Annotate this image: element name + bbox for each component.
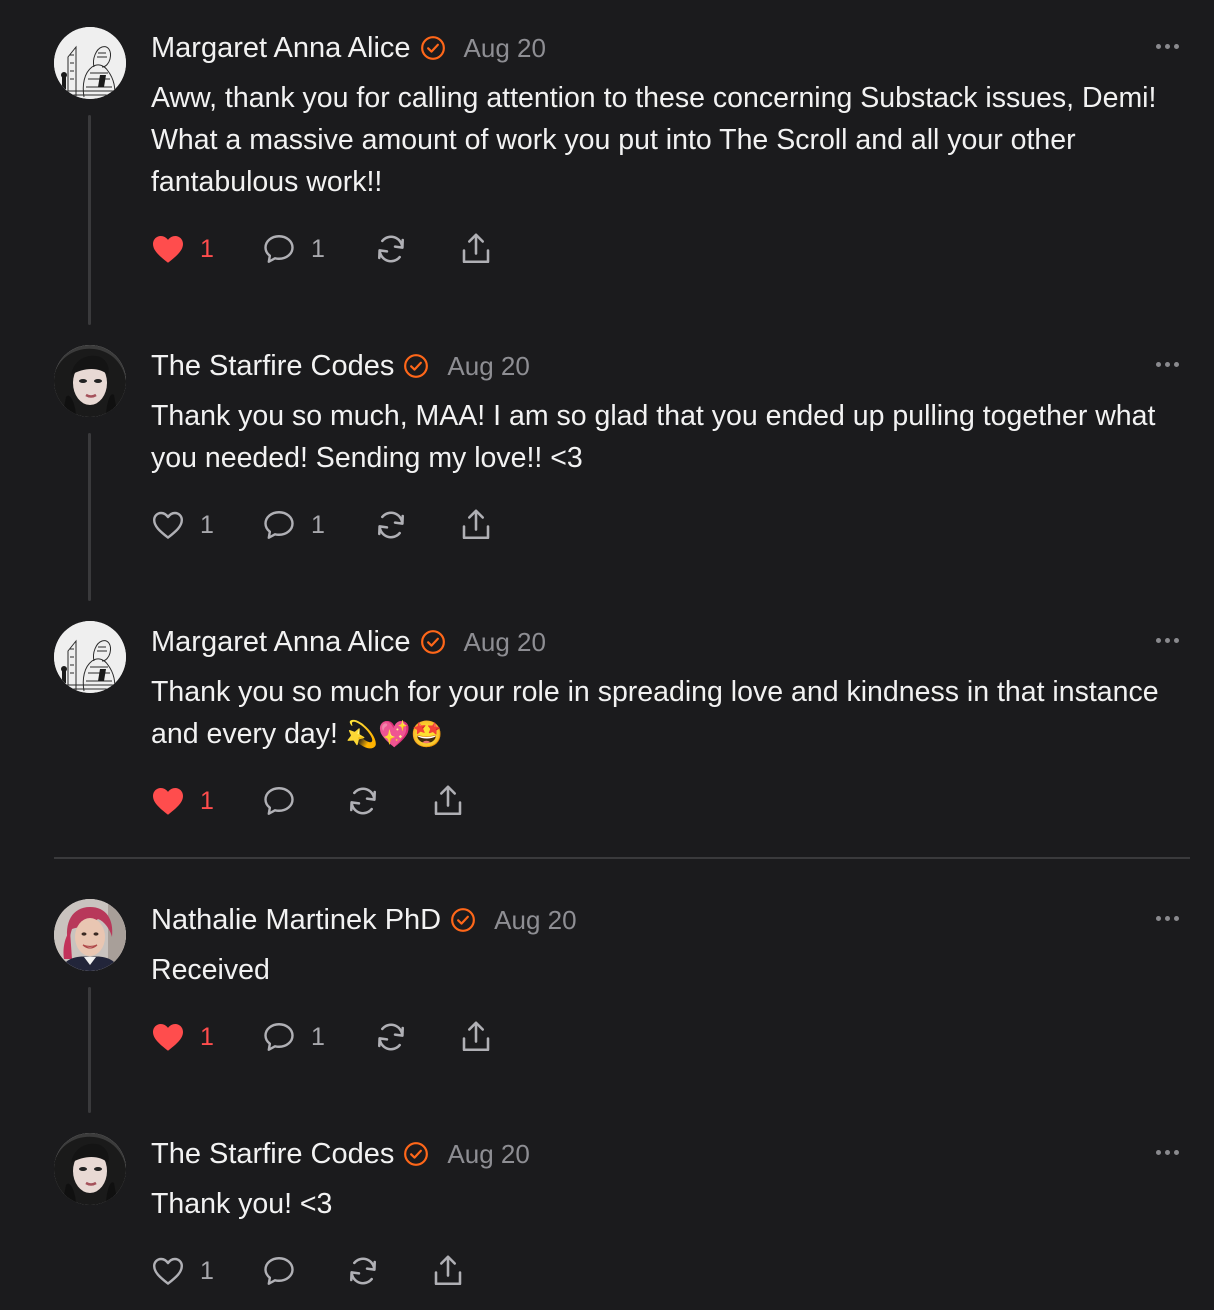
like-count: 1 — [200, 1256, 214, 1285]
share-icon — [458, 231, 494, 267]
thread-line — [88, 987, 91, 1113]
avatar[interactable] — [54, 621, 126, 693]
reply-button[interactable]: 1 — [261, 1017, 325, 1057]
comment-date[interactable]: Aug 20 — [464, 627, 546, 658]
comment-date[interactable]: Aug 20 — [464, 33, 546, 64]
restack-button[interactable] — [345, 1251, 381, 1291]
more-icon[interactable] — [1156, 362, 1184, 372]
more-icon[interactable] — [1156, 44, 1184, 54]
comment-icon — [261, 1019, 297, 1055]
reply-button[interactable] — [261, 1251, 297, 1291]
heart-icon — [150, 507, 186, 543]
share-button[interactable] — [458, 1017, 494, 1057]
avatar[interactable] — [54, 1133, 126, 1205]
restack-button[interactable] — [373, 1017, 409, 1057]
more-icon[interactable] — [1156, 638, 1184, 648]
more-icon[interactable] — [1156, 916, 1184, 926]
reply-count: 1 — [311, 234, 325, 263]
avatar[interactable] — [54, 27, 126, 99]
comment-header: Nathalie Martinek PhD Aug 20 — [151, 900, 577, 940]
reply-button[interactable]: 1 — [261, 505, 325, 545]
avatar[interactable] — [54, 899, 126, 971]
comment-text: Thank you! <3 — [151, 1188, 333, 1220]
comment-text: Thank you so much, MAA! I am so glad tha… — [151, 400, 1156, 474]
author-name[interactable]: Margaret Anna Alice — [151, 32, 411, 65]
comment-header: Margaret Anna Alice Aug 20 — [151, 622, 546, 662]
comment-header: The Starfire Codes Aug 20 — [151, 346, 530, 386]
like-count: 1 — [200, 510, 214, 539]
avatar[interactable] — [54, 345, 126, 417]
reply-count: 1 — [311, 1022, 325, 1051]
comment-date[interactable]: Aug 20 — [447, 351, 529, 382]
share-button[interactable] — [430, 781, 466, 821]
comment-date[interactable]: Aug 20 — [447, 1139, 529, 1170]
verified-icon — [420, 629, 446, 655]
restack-icon — [373, 1019, 409, 1055]
verified-icon — [403, 353, 429, 379]
reply-count: 1 — [311, 510, 325, 539]
author-name[interactable]: The Starfire Codes — [151, 350, 394, 383]
restack-icon — [373, 507, 409, 543]
restack-button[interactable] — [373, 505, 409, 545]
comment-header: Margaret Anna Alice Aug 20 — [151, 28, 546, 68]
comment-text: Thank you so much for your role in sprea… — [151, 671, 1191, 755]
author-name[interactable]: The Starfire Codes — [151, 1138, 394, 1171]
share-icon — [458, 1019, 494, 1055]
like-button[interactable]: 1 — [150, 229, 214, 269]
restack-icon — [345, 783, 381, 819]
heart-icon — [150, 1253, 186, 1289]
emoji-reaction: 💫💖🤩 — [345, 719, 443, 749]
share-icon — [430, 783, 466, 819]
like-button[interactable]: 1 — [150, 505, 214, 545]
restack-icon — [345, 1253, 381, 1289]
comment-text: Received — [151, 954, 270, 986]
thread-line — [88, 115, 91, 325]
like-button[interactable]: 1 — [150, 781, 214, 821]
heart-icon — [150, 1019, 186, 1055]
share-button[interactable] — [430, 1251, 466, 1291]
reply-button[interactable]: 1 — [261, 229, 325, 269]
like-count: 1 — [200, 1022, 214, 1051]
comment-text: Aww, thank you for calling attention to … — [151, 82, 1157, 198]
like-button[interactable]: 1 — [150, 1017, 214, 1057]
author-name[interactable]: Nathalie Martinek PhD — [151, 904, 441, 937]
verified-icon — [450, 907, 476, 933]
comment-thread: Margaret Anna Alice Aug 20 Aww, thank yo… — [0, 0, 1214, 1310]
share-button[interactable] — [458, 505, 494, 545]
like-count: 1 — [200, 786, 214, 815]
comment-icon — [261, 507, 297, 543]
verified-icon — [420, 35, 446, 61]
share-icon — [458, 507, 494, 543]
like-button[interactable]: 1 — [150, 1251, 214, 1291]
thread-divider — [54, 857, 1190, 859]
more-icon[interactable] — [1156, 1150, 1184, 1160]
like-count: 1 — [200, 234, 214, 263]
author-name[interactable]: Margaret Anna Alice — [151, 626, 411, 659]
comment-header: The Starfire Codes Aug 20 — [151, 1134, 530, 1174]
heart-icon — [150, 231, 186, 267]
restack-button[interactable] — [373, 229, 409, 269]
restack-button[interactable] — [345, 781, 381, 821]
comment-icon — [261, 231, 297, 267]
restack-icon — [373, 231, 409, 267]
comment-date[interactable]: Aug 20 — [494, 905, 576, 936]
reply-button[interactable] — [261, 781, 297, 821]
share-button[interactable] — [458, 229, 494, 269]
comment-text-content: Thank you so much for your role in sprea… — [151, 676, 1159, 750]
thread-line — [88, 433, 91, 601]
heart-icon — [150, 783, 186, 819]
share-icon — [430, 1253, 466, 1289]
comment-icon — [261, 1253, 297, 1289]
verified-icon — [403, 1141, 429, 1167]
comment-icon — [261, 783, 297, 819]
